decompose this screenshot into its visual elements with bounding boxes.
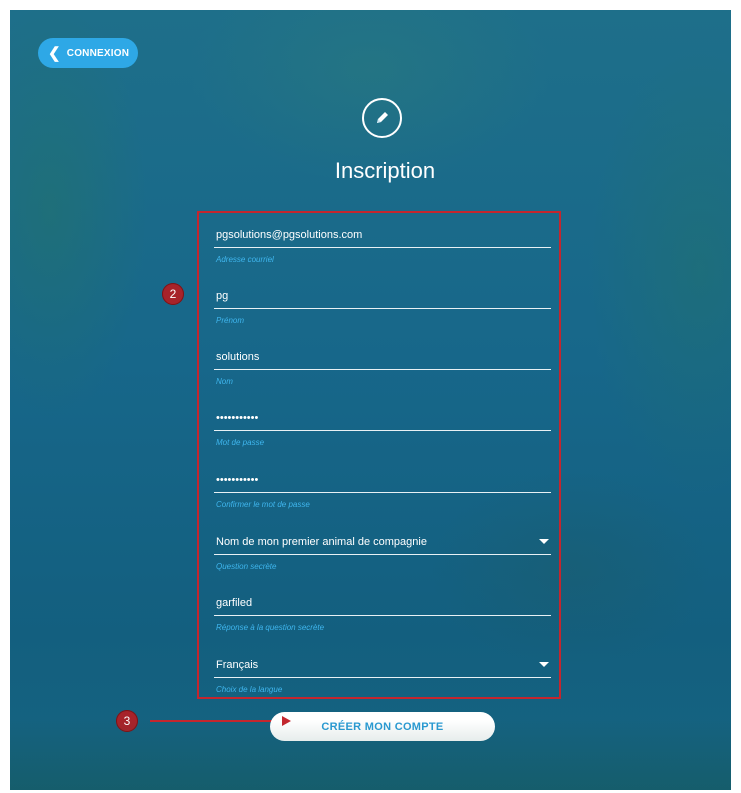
field-underline [214, 430, 551, 431]
password-field[interactable]: ••••••••••• Mot de passe [214, 410, 551, 447]
back-to-login-button[interactable]: ❮ CONNEXION [38, 38, 138, 68]
language-value[interactable]: Français [214, 657, 551, 673]
last-name-field[interactable]: solutions Nom [214, 349, 551, 386]
field-underline [214, 369, 551, 370]
secret-answer-label: Réponse à la question secrète [216, 623, 325, 632]
password-label: Mot de passe [216, 438, 265, 447]
field-underline [214, 615, 551, 616]
last-name-input[interactable]: solutions [214, 349, 551, 365]
step-3-badge: 3 [116, 710, 138, 732]
last-name-label: Nom [216, 377, 233, 386]
field-underline [214, 247, 551, 248]
field-underline [214, 677, 551, 678]
signup-screen: ❮ CONNEXION Inscription 2 pgsolutions@pg… [10, 10, 731, 790]
page-title: Inscription [334, 158, 436, 183]
email-label: Adresse courriel [216, 255, 274, 264]
first-name-label: Prénom [216, 316, 245, 325]
secret-question-select[interactable]: Nom de mon premier animal de compagnie Q… [214, 534, 551, 571]
first-name-field[interactable]: pg Prénom [214, 288, 551, 325]
secret-answer-field[interactable]: garfiled Réponse à la question secrète [214, 595, 551, 632]
pencil-icon [362, 98, 402, 138]
secret-answer-input[interactable]: garfiled [214, 595, 551, 611]
annotation-arrow-line [150, 720, 284, 722]
email-input[interactable]: pgsolutions@pgsolutions.com [214, 227, 551, 243]
field-underline [214, 308, 551, 309]
secret-question-value[interactable]: Nom de mon premier animal de compagnie [214, 534, 551, 550]
back-button-label: CONNEXION [66, 47, 130, 59]
email-field[interactable]: pgsolutions@pgsolutions.com Adresse cour… [214, 227, 551, 264]
language-select[interactable]: Français Choix de la langue [214, 657, 551, 694]
confirm-password-label: Confirmer le mot de passe [216, 500, 310, 509]
dropdown-caret-icon[interactable] [539, 539, 549, 544]
confirm-password-field[interactable]: ••••••••••• Confirmer le mot de passe [214, 472, 551, 509]
step-2-badge: 2 [162, 283, 184, 305]
first-name-input[interactable]: pg [214, 288, 551, 304]
password-input[interactable]: ••••••••••• [214, 410, 551, 426]
language-label: Choix de la langue [216, 685, 283, 694]
field-underline [214, 492, 551, 493]
chevron-left-icon: ❮ [48, 44, 61, 62]
secret-question-label: Question secrète [216, 562, 277, 571]
confirm-password-input[interactable]: ••••••••••• [214, 472, 551, 488]
create-account-button[interactable]: CRÉER MON COMPTE [270, 712, 495, 741]
annotation-arrow-head-icon [282, 716, 291, 726]
dropdown-caret-icon[interactable] [539, 662, 549, 667]
field-underline [214, 554, 551, 555]
